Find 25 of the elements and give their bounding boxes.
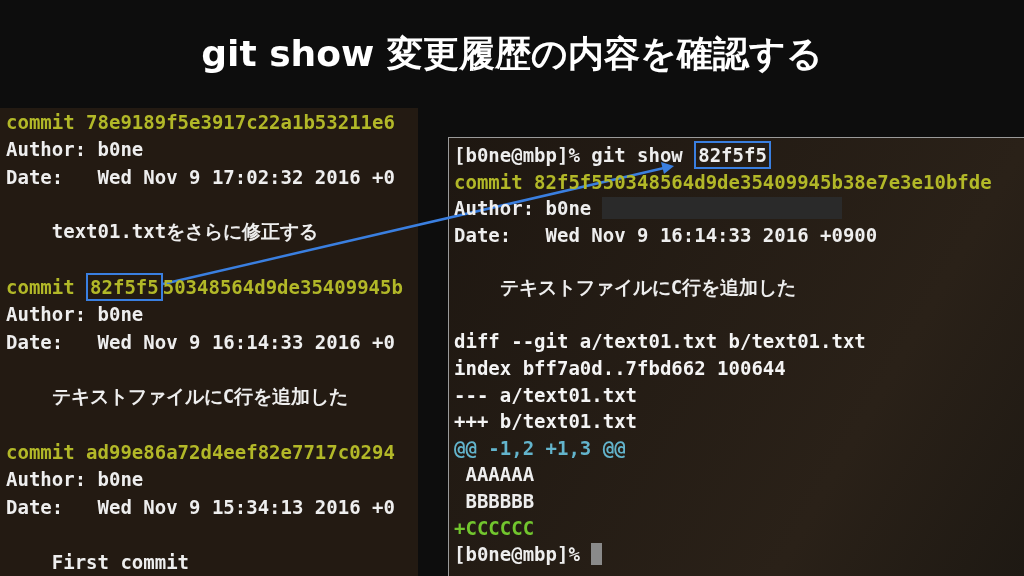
terminal-line: BBBBBB	[464, 489, 535, 514]
terminal-line: Author: b0ne	[6, 137, 144, 163]
terminal-line: Date: Wed Nov 9 17:02:32 2016 +0	[6, 164, 395, 190]
terminal-line: +CCCCCC	[454, 515, 535, 541]
terminal-line: @@ -1,2 +1,3 @@	[454, 435, 626, 461]
terminal-line: --- a/text01.txt	[454, 382, 638, 408]
slide-title: git show 変更履歴の内容を確認する	[201, 31, 823, 76]
terminal-line: AAAAAA	[464, 462, 535, 488]
terminal-line: text01.txtをさらに修正する	[50, 218, 319, 244]
terminal-line: テキストファイルにC行を追加した	[50, 383, 349, 409]
terminal-line: テキストファイルにC行を追加した	[498, 275, 797, 301]
terminal-line: First commit	[50, 549, 190, 575]
terminal-line: Date: Wed Nov 9 16:14:33 2016 +0	[6, 329, 395, 355]
terminal-line: [b0ne@mbp]%	[454, 542, 580, 568]
terminal-line: commit ad99e86a72d4eef82e7717c0294	[6, 439, 395, 465]
terminal-line: Author: b0ne	[6, 302, 144, 328]
terminal-line: diff --git a/text01.txt b/text01.txt	[454, 329, 866, 355]
terminal-line: commit 78e9189f5e3917c22a1b53211e6	[6, 109, 395, 135]
terminal-line: Author: b0ne	[6, 467, 144, 493]
terminal-line: Date: Wed Nov 9 16:14:33 2016 +0900	[454, 223, 878, 249]
terminal-line: [b0ne@mbp]% git show 82f5f5	[454, 141, 771, 170]
terminal-line: index bff7a0d..7fbd662 100644	[454, 356, 786, 382]
terminal-line: Date: Wed Nov 9 15:34:13 2016 +0	[6, 494, 395, 520]
terminal-line: commit 82f5f5 50348564d9de35409945b	[6, 272, 403, 301]
terminal-line: +++ b/text01.txt	[454, 409, 638, 435]
